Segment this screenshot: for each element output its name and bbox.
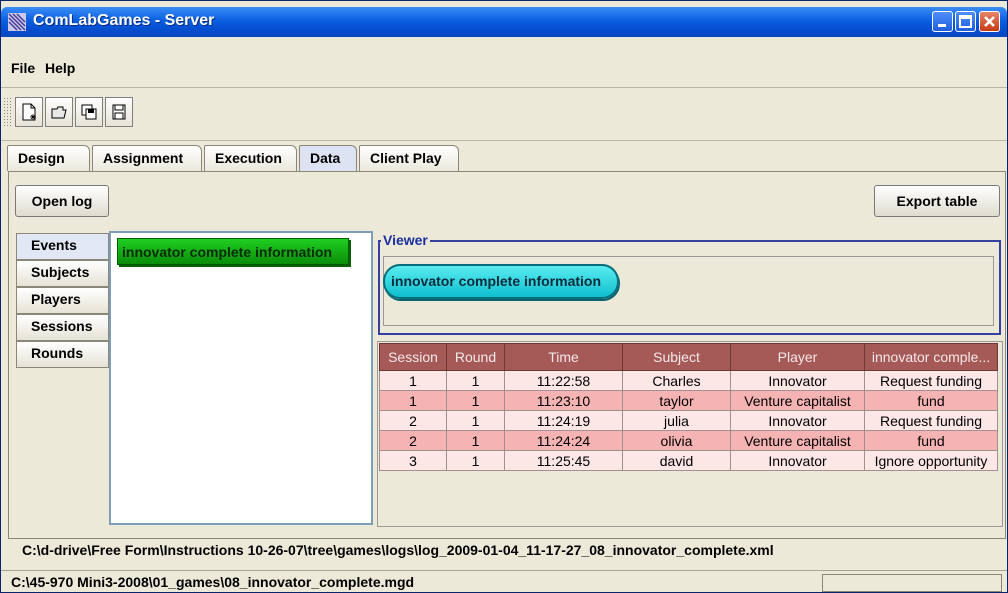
table-cell: 11:24:19 (504, 410, 623, 431)
side-tab-rounds[interactable]: Rounds (16, 341, 109, 368)
column-header-subject[interactable]: Subject (622, 343, 731, 371)
close-button[interactable] (979, 11, 1000, 32)
maximize-button[interactable] (955, 11, 976, 32)
table-cell: Charles (622, 370, 731, 391)
tab-bar: Design Assignment Execution Data Client … (1, 144, 1007, 172)
title-bar: ComLabGames - Server (1, 7, 1007, 37)
maximize-icon (959, 15, 972, 28)
new-button[interactable] (15, 97, 43, 127)
table-cell: fund (864, 430, 998, 451)
tab-execution[interactable]: Execution (204, 145, 297, 171)
column-header-session[interactable]: Session (379, 343, 447, 371)
open-button[interactable] (45, 97, 73, 127)
column-header-time[interactable]: Time (504, 343, 623, 371)
menu-separator (1, 87, 1007, 88)
table-header-row: Session Round Time Subject Player innova… (379, 343, 998, 371)
table-cell: fund (864, 390, 998, 411)
table-cell: 1 (446, 430, 505, 451)
table-row[interactable]: 3 1 11:25:45 david Innovator Ignore oppo… (379, 450, 998, 471)
table-cell: Innovator (730, 370, 865, 391)
tab-assignment[interactable]: Assignment (92, 145, 202, 171)
new-document-icon (22, 103, 36, 121)
save-all-button[interactable] (75, 97, 103, 127)
column-header-round[interactable]: Round (446, 343, 505, 371)
table-cell: 1 (446, 390, 505, 411)
side-tab-players[interactable]: Players (16, 287, 109, 314)
event-item[interactable]: innovator complete information (117, 238, 349, 265)
table-cell: Venture capitalist (730, 430, 865, 451)
side-tab-sessions[interactable]: Sessions (16, 314, 109, 341)
menu-file[interactable]: File (11, 60, 35, 76)
table-cell: 3 (379, 450, 447, 471)
app-icon (8, 13, 26, 31)
app-window: ComLabGames - Server File Help Design As… (0, 0, 1008, 593)
viewer-label: Viewer (381, 232, 430, 248)
table-row[interactable]: 2 1 11:24:19 julia Innovator Request fun… (379, 410, 998, 431)
open-folder-icon (51, 106, 67, 119)
window-title: ComLabGames - Server (33, 12, 215, 29)
toolbar-separator (1, 140, 1007, 141)
menu-bar: File Help (1, 56, 1007, 82)
table-cell: 2 (379, 410, 447, 431)
data-table: Session Round Time Subject Player innova… (379, 343, 998, 471)
table-cell: Innovator (730, 410, 865, 431)
table-row[interactable]: 2 1 11:24:24 olivia Venture capitalist f… (379, 430, 998, 451)
column-header-event[interactable]: innovator comple... (864, 343, 998, 371)
table-cell: david (622, 450, 731, 471)
tab-design[interactable]: Design (7, 145, 90, 171)
viewer-selected-event[interactable]: innovator complete information (383, 264, 619, 299)
toolbar-grip[interactable] (3, 97, 12, 127)
table-cell: taylor (622, 390, 731, 411)
table-cell: Ignore opportunity (864, 450, 998, 471)
log-file-path: C:\d-drive\Free Form\Instructions 10-26-… (22, 542, 774, 558)
close-icon (984, 16, 995, 27)
save-all-icon (81, 104, 97, 120)
table-cell: 11:25:45 (504, 450, 623, 471)
minimize-icon (938, 24, 946, 27)
tab-data[interactable]: Data (299, 145, 357, 171)
table-cell: olivia (622, 430, 731, 451)
table-cell: 1 (446, 410, 505, 431)
table-cell: 11:24:24 (504, 430, 623, 451)
tab-client-play[interactable]: Client Play (359, 145, 459, 171)
table-cell: Venture capitalist (730, 390, 865, 411)
status-path: C:\45-970 Mini3-2008\01_games\08_innovat… (11, 574, 415, 590)
table-cell: 11:23:10 (504, 390, 623, 411)
status-box (822, 574, 1002, 592)
table-cell: 11:22:58 (504, 370, 623, 391)
toolbar (1, 94, 1007, 134)
events-list[interactable]: innovator complete information (109, 231, 373, 525)
side-tab-subjects[interactable]: Subjects (16, 260, 109, 287)
table-cell: 1 (446, 370, 505, 391)
minimize-button[interactable] (932, 11, 953, 32)
save-icon (112, 104, 126, 120)
table-row[interactable]: 1 1 11:23:10 taylor Venture capitalist f… (379, 390, 998, 411)
table-cell: 2 (379, 430, 447, 451)
table-row[interactable]: 1 1 11:22:58 Charles Innovator Request f… (379, 370, 998, 391)
table-cell: 1 (446, 450, 505, 471)
column-header-player[interactable]: Player (730, 343, 865, 371)
status-bar: C:\45-970 Mini3-2008\01_games\08_innovat… (1, 570, 1007, 593)
export-table-button[interactable]: Export table (874, 185, 1000, 217)
table-cell: Innovator (730, 450, 865, 471)
side-tab-events[interactable]: Events (16, 233, 109, 260)
table-cell: 1 (379, 390, 447, 411)
menu-help[interactable]: Help (45, 60, 75, 76)
table-cell: Request funding (864, 410, 998, 431)
table-cell: Request funding (864, 370, 998, 391)
open-log-button[interactable]: Open log (15, 185, 109, 217)
table-cell: julia (622, 410, 731, 431)
save-button[interactable] (105, 97, 133, 127)
table-cell: 1 (379, 370, 447, 391)
